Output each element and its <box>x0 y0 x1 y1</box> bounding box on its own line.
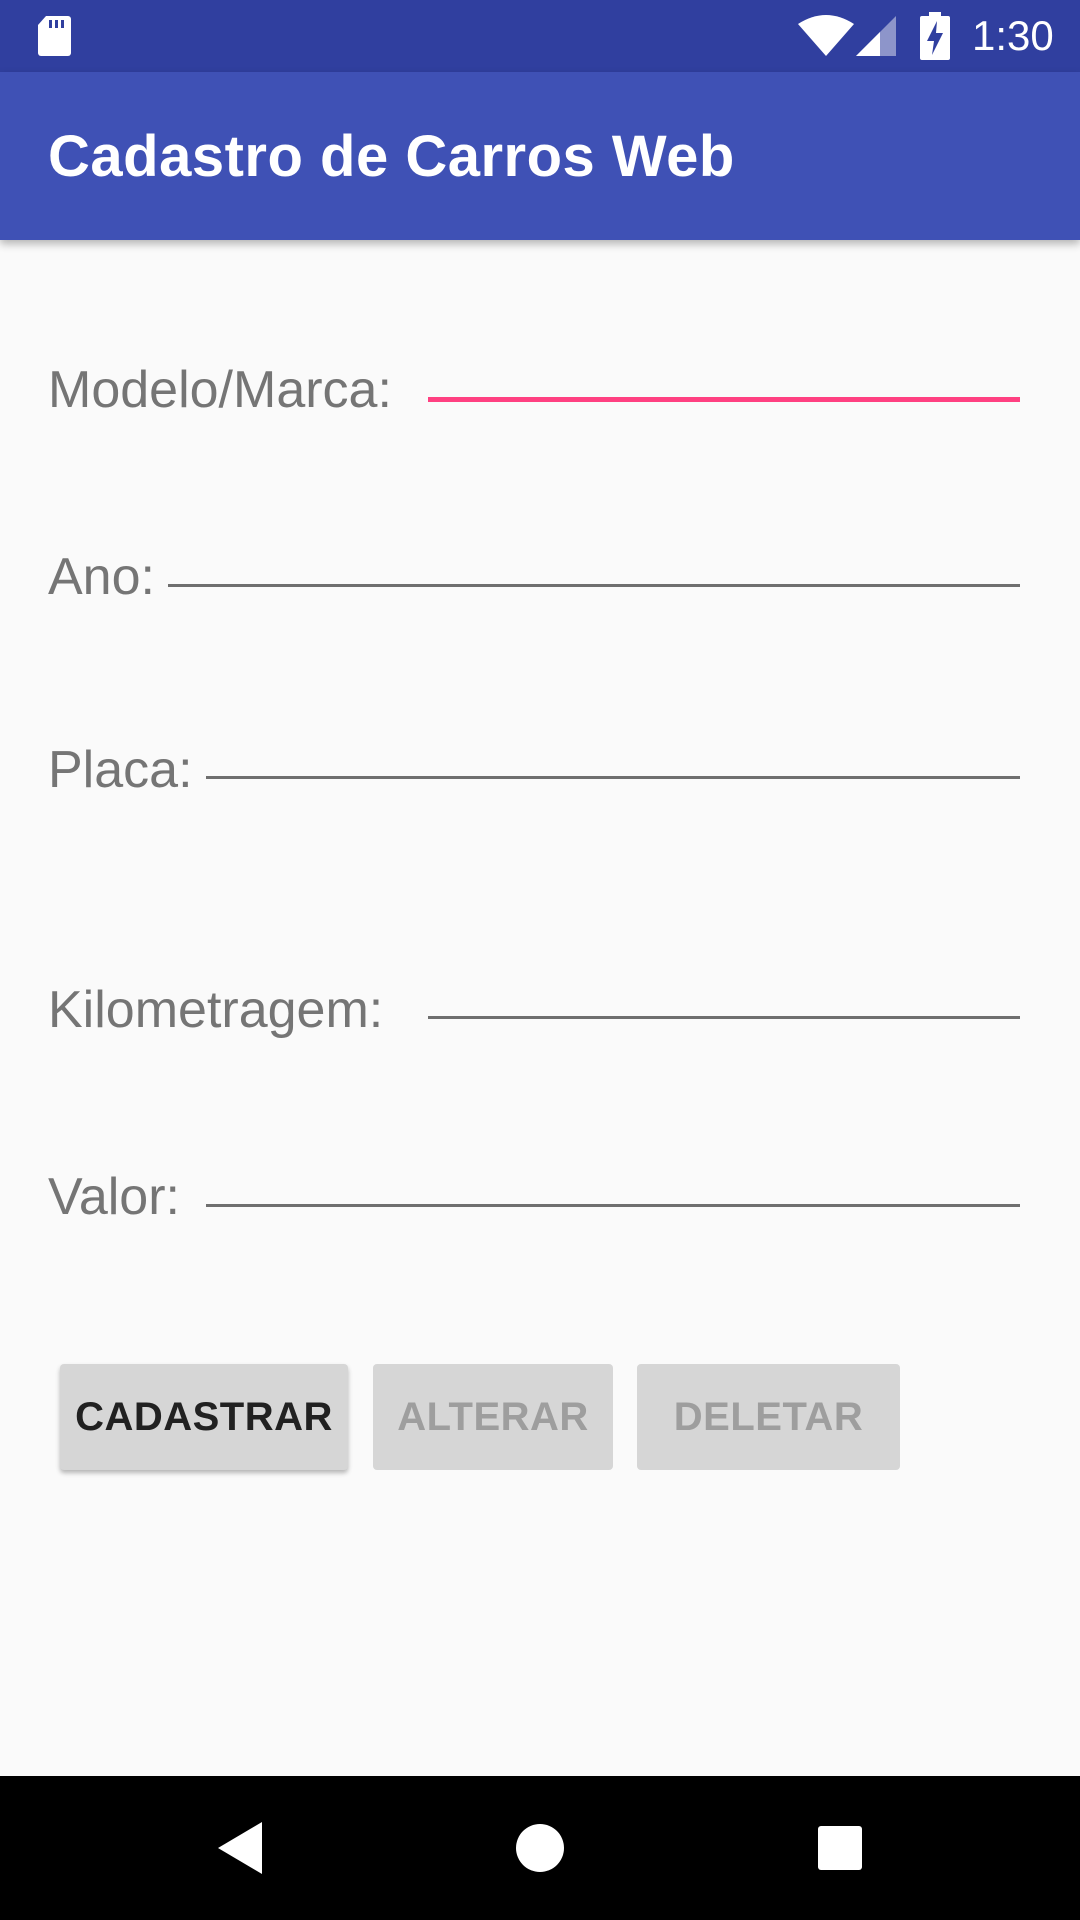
modelo-input[interactable] <box>428 397 1020 402</box>
battery-charging-icon <box>920 12 950 60</box>
status-bar: 1:30 <box>0 0 1080 72</box>
sd-card-icon <box>38 16 71 56</box>
ano-input[interactable] <box>168 584 1020 587</box>
page-title: Cadastro de Carros Web <box>48 124 735 189</box>
wifi-icon <box>798 15 854 56</box>
valor-label: Valor: <box>48 1168 180 1226</box>
modelo-label: Modelo/Marca: <box>48 361 392 419</box>
alterar-button[interactable]: ALTERAR <box>373 1364 613 1470</box>
navigation-bar <box>0 1776 1080 1920</box>
kilometragem-input[interactable] <box>428 1016 1020 1019</box>
app-bar: Cadastro de Carros Web <box>0 72 1080 240</box>
back-icon[interactable] <box>216 1820 264 1876</box>
valor-input[interactable] <box>206 1204 1020 1207</box>
cell-signal-icon <box>856 16 896 56</box>
kilometragem-label: Kilometragem: <box>48 981 384 1039</box>
recents-icon[interactable] <box>816 1824 864 1872</box>
placa-label: Placa: <box>48 741 193 799</box>
status-clock: 1:30 <box>972 12 1054 59</box>
placa-input[interactable] <box>206 776 1020 779</box>
ano-label: Ano: <box>48 548 155 606</box>
home-icon[interactable] <box>516 1824 564 1872</box>
cadastrar-button[interactable]: CADASTRAR <box>60 1364 348 1470</box>
deletar-button[interactable]: DELETAR <box>637 1364 900 1470</box>
